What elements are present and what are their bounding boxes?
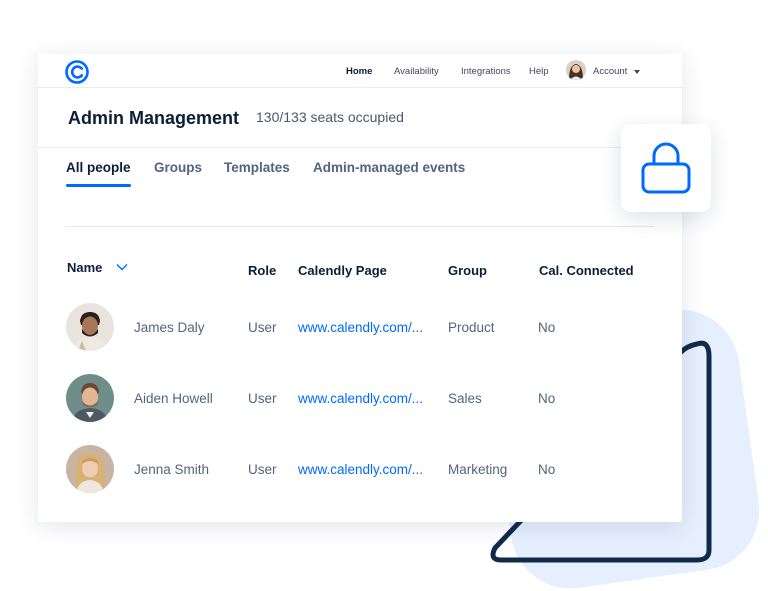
lock-icon — [641, 142, 691, 194]
cell-calendly-page-link[interactable]: www.calendly.com/... — [298, 320, 423, 335]
column-header-group: Group — [448, 263, 487, 278]
column-header-calendly-page: Calendly Page — [298, 263, 387, 278]
cell-calendly-page-link[interactable]: www.calendly.com/... — [298, 391, 423, 406]
cell-group: Marketing — [448, 462, 508, 477]
divider — [66, 226, 654, 227]
nav-availability[interactable]: Availability — [394, 66, 439, 77]
chevron-down-icon[interactable] — [116, 263, 128, 271]
column-header-role: Role — [248, 263, 277, 278]
active-tab-indicator — [66, 184, 131, 187]
cell-name: Jenna Smith — [134, 462, 210, 477]
nav-help[interactable]: Help — [529, 66, 549, 77]
avatar — [66, 303, 114, 351]
cell-role: User — [248, 320, 277, 335]
table-row[interactable]: Jenna Smith User www.calendly.com/... Ma… — [38, 434, 682, 505]
cell-role: User — [248, 391, 277, 406]
avatar — [66, 374, 114, 422]
nav-integrations[interactable]: Integrations — [461, 66, 511, 77]
column-header-name[interactable]: Name — [67, 260, 102, 275]
cell-role: User — [248, 462, 277, 477]
column-header-cal-connected: Cal. Connected — [539, 263, 634, 278]
seats-occupied: 130/133 seats occupied — [256, 109, 404, 125]
calendly-logo-icon[interactable] — [65, 60, 89, 84]
account-avatar[interactable] — [566, 60, 586, 80]
cell-name: Aiden Howell — [134, 391, 213, 406]
page-title: Admin Management — [68, 108, 240, 128]
table-row[interactable]: James Daly User www.calendly.com/... Pro… — [38, 292, 682, 363]
avatar — [66, 445, 114, 493]
admin-card: Home Availability Integrations Help Acco… — [38, 54, 682, 522]
tab-templates[interactable]: Templates — [224, 160, 290, 175]
stage: Home Availability Integrations Help Acco… — [0, 0, 768, 591]
cell-cal-connected: No — [538, 391, 556, 406]
lock-badge — [621, 124, 711, 212]
top-nav: Home Availability Integrations Help Acco… — [38, 54, 682, 88]
caret-down-icon[interactable] — [634, 70, 640, 74]
cell-cal-connected: No — [538, 462, 556, 477]
tab-admin-managed-events[interactable]: Admin-managed events — [313, 160, 465, 175]
cell-group: Sales — [448, 391, 482, 406]
cell-cal-connected: No — [538, 320, 556, 335]
cell-calendly-page-link[interactable]: www.calendly.com/... — [298, 462, 423, 477]
nav-home[interactable]: Home — [346, 66, 372, 77]
cell-group: Product — [448, 320, 495, 335]
tab-all-people[interactable]: All people — [66, 160, 131, 175]
page-header: Admin Management 130/133 seats occupied — [38, 88, 682, 148]
nav-account[interactable]: Account — [593, 66, 627, 77]
tab-groups[interactable]: Groups — [154, 160, 202, 175]
cell-name: James Daly — [134, 320, 205, 335]
table-row[interactable]: Aiden Howell User www.calendly.com/... S… — [38, 363, 682, 434]
